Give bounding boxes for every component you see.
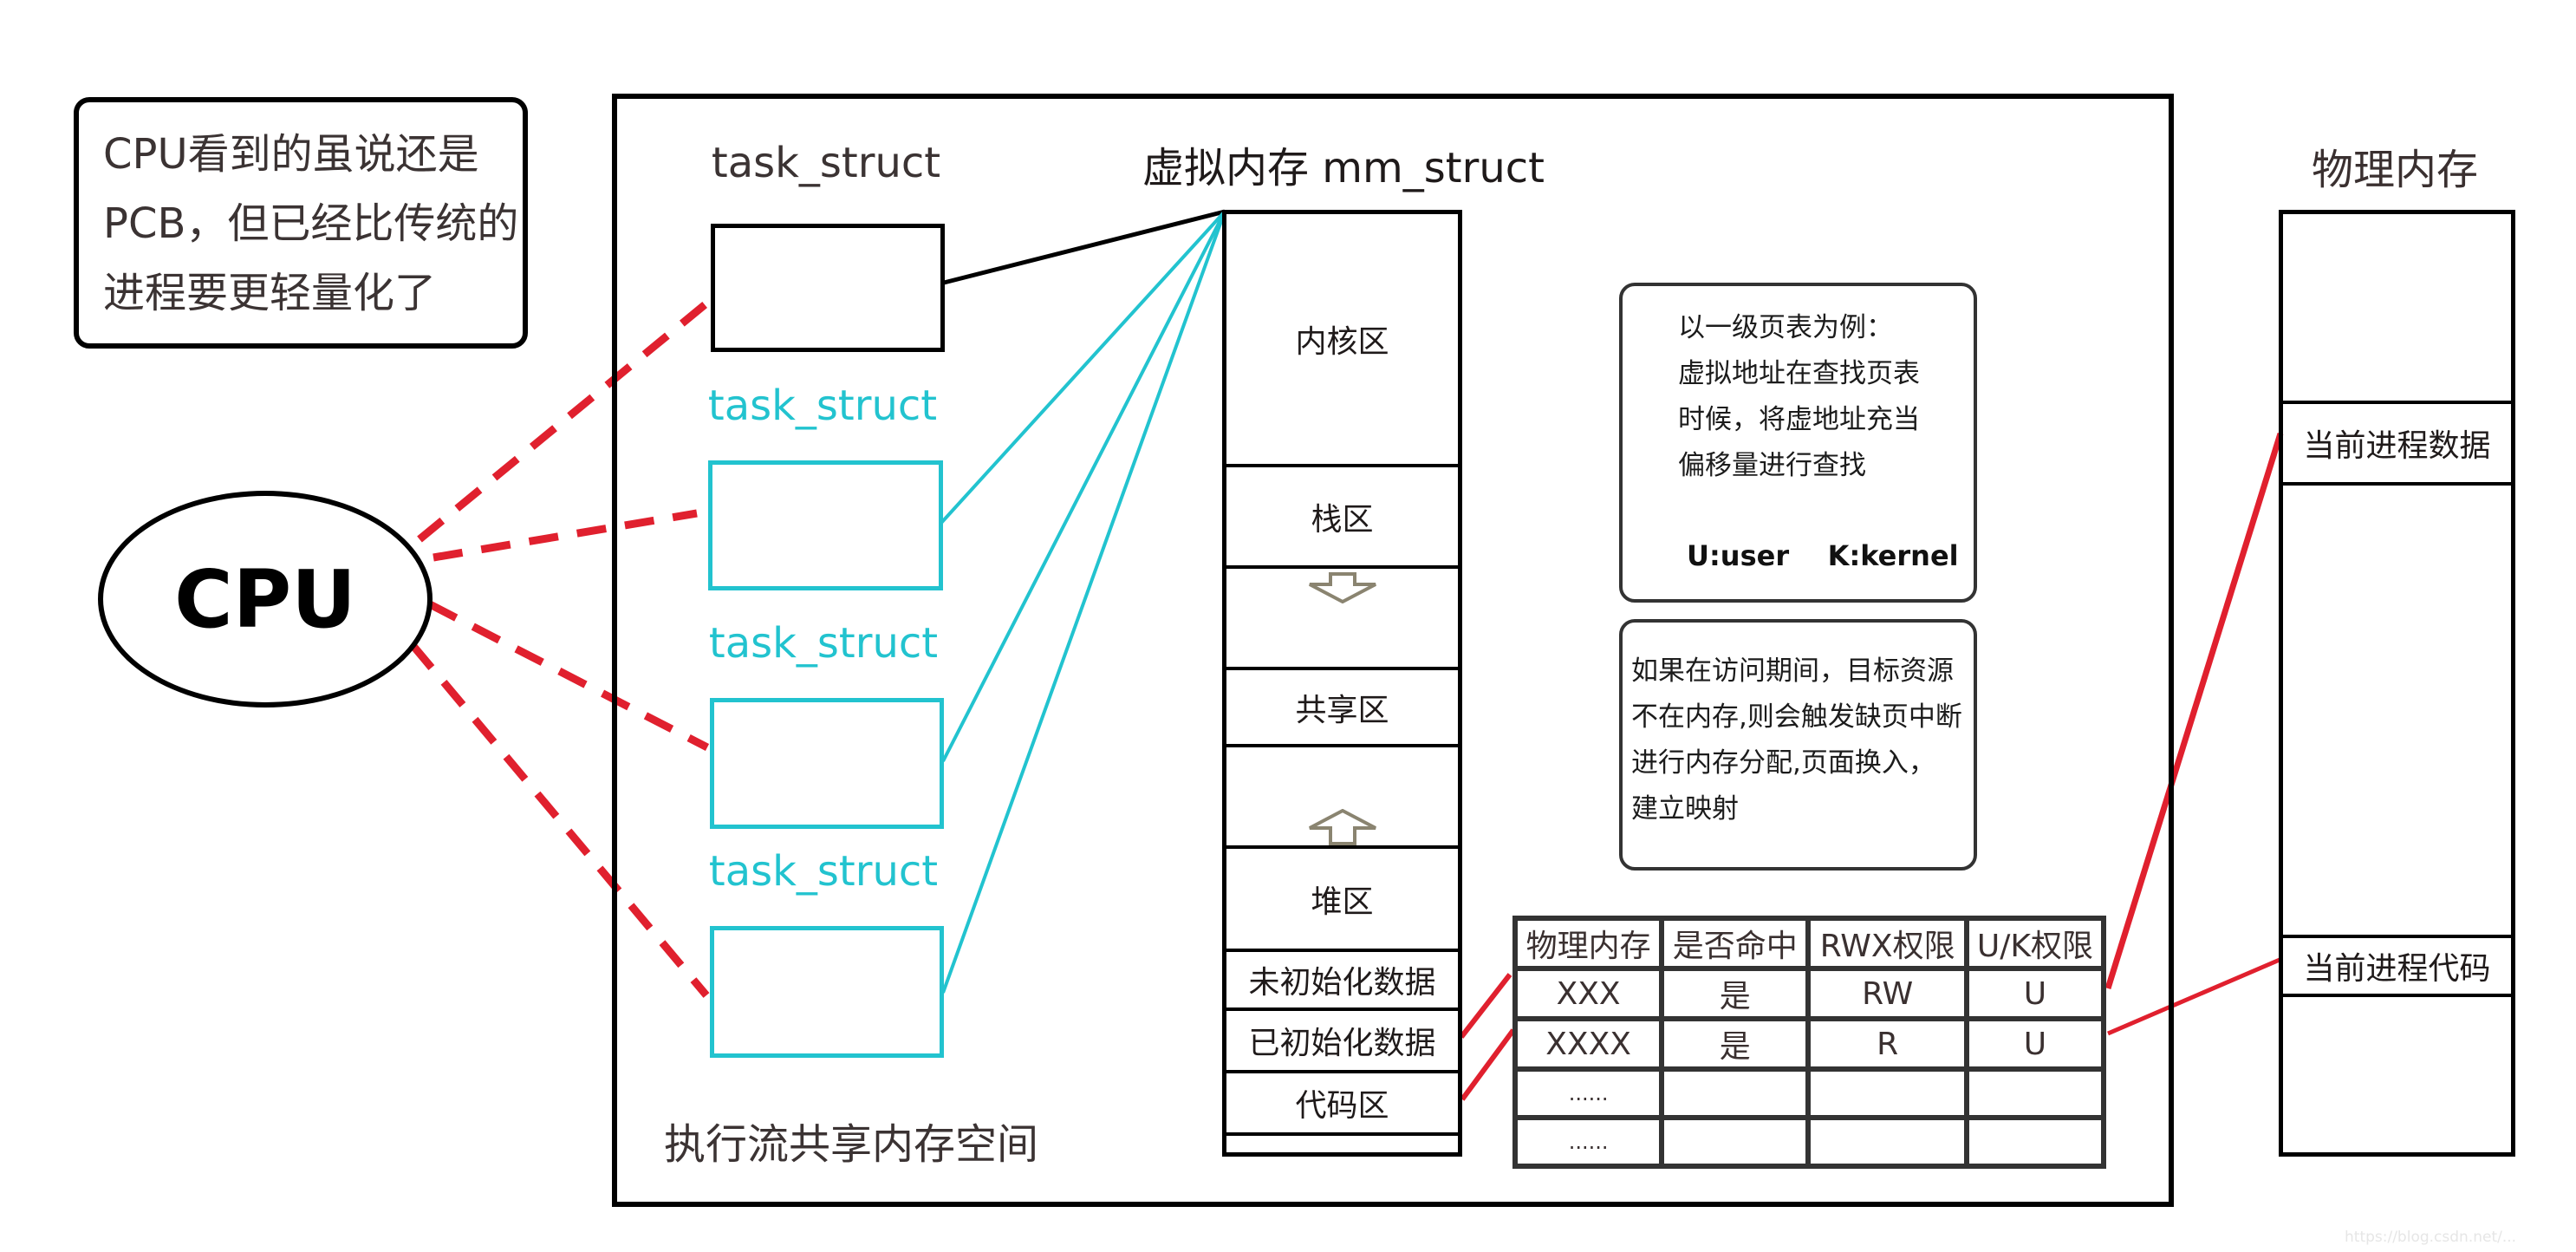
note-line-3: 进程要更轻量化了 <box>103 269 437 317</box>
physical-memory-title: 物理内存 <box>2311 146 2479 194</box>
region-shared: 共享区 <box>1226 667 1458 744</box>
task-struct-box-thread-2 <box>708 460 943 590</box>
header-uk: U/K权限 <box>1963 916 2107 971</box>
header-rwx: RWX权限 <box>1805 916 1969 971</box>
cell-hit: 是 <box>1659 1016 1812 1072</box>
cell-uk: U <box>1963 966 2107 1021</box>
phys-region-process-code: 当前进程代码 <box>2283 935 2511 994</box>
task-struct-label-4: task_struct <box>708 847 939 896</box>
arrow-down-icon <box>1308 572 1376 603</box>
table-row: ...... <box>1512 1066 2107 1120</box>
task-struct-box-main <box>711 224 945 352</box>
phys-region-top <box>2283 214 2511 401</box>
cell-rwx <box>1805 1115 1969 1169</box>
page-fault-note-line-4: 建立映射 <box>1631 793 1739 825</box>
region-data: 已初始化数据 <box>1226 1007 1458 1070</box>
task-struct-label-2: task_struct <box>707 381 938 430</box>
cell-physical: XXXX <box>1512 1016 1665 1072</box>
cpu-node: CPU <box>98 491 433 708</box>
table-row: ...... <box>1512 1115 2107 1169</box>
header-physical-memory: 物理内存 <box>1512 916 1665 971</box>
virtual-memory-column: 内核区 栈区 共享区 堆区 未初始化数据 已初始化数据 代码区 <box>1222 210 1462 1157</box>
region-shared-label: 共享区 <box>1295 692 1389 728</box>
cell-rwx: RW <box>1805 966 1969 1021</box>
table-row: XXXX 是 R U <box>1512 1016 2107 1072</box>
phys-region-process-code-label: 当前进程代码 <box>2303 951 2491 987</box>
cell-rwx: R <box>1805 1016 1969 1072</box>
region-stack-growth <box>1226 565 1458 667</box>
page-fault-note-line-2: 不在内存,则会触发缺页中断 <box>1631 701 1962 733</box>
note-line-2: PCB，但已经比传统的 <box>103 199 519 248</box>
page-table: 物理内存 是否命中 RWX权限 U/K权限 XXX 是 RW U XXXX 是 … <box>1512 916 2107 1169</box>
region-bottom <box>1226 1132 1458 1157</box>
page-table-note-line-4: 偏移量进行查找 <box>1678 450 1866 481</box>
task-struct-box-thread-4 <box>710 926 944 1058</box>
cell-uk <box>1963 1115 2107 1169</box>
cell-rwx <box>1805 1066 1969 1120</box>
cell-physical: ...... <box>1512 1066 1665 1120</box>
page-table-note-line-3: 时候，将虚地址充当 <box>1678 404 1920 435</box>
region-data-label: 已初始化数据 <box>1248 1026 1436 1061</box>
region-code: 代码区 <box>1226 1070 1458 1132</box>
cell-hit <box>1659 1115 1812 1169</box>
watermark: https://blog.csdn.net/... <box>2345 1229 2517 1246</box>
cell-physical: XXX <box>1512 966 1665 1021</box>
phys-region-process-data: 当前进程数据 <box>2283 401 2511 482</box>
page-fault-note-line-1: 如果在访问期间，目标资源 <box>1631 655 1954 687</box>
region-kernel-label: 内核区 <box>1295 324 1389 360</box>
mm-struct-title: 虚拟内存 mm_struct <box>1142 144 1545 192</box>
physical-memory-column: 当前进程数据 当前进程代码 <box>2279 210 2515 1157</box>
cell-hit: 是 <box>1659 966 1812 1021</box>
phys-region-middle <box>2283 482 2511 935</box>
shared-space-caption: 执行流共享内存空间 <box>664 1120 1039 1169</box>
region-bss: 未初始化数据 <box>1226 949 1458 1007</box>
cell-uk <box>1963 1066 2107 1120</box>
page-table-note-line-2: 虚拟地址在查找页表 <box>1678 358 1920 389</box>
region-heap: 堆区 <box>1226 845 1458 949</box>
note-line-1: CPU看到的虽说还是 <box>103 130 479 179</box>
region-code-label: 代码区 <box>1295 1088 1389 1124</box>
task-struct-label-3: task_struct <box>708 619 939 668</box>
region-bss-label: 未初始化数据 <box>1248 965 1436 1001</box>
phys-region-process-data-label: 当前进程数据 <box>2303 428 2491 464</box>
phys-region-bottom <box>2283 994 2511 1156</box>
page-table-note-line-1: 以一级页表为例： <box>1678 312 1893 343</box>
region-stack-label: 栈区 <box>1311 501 1374 538</box>
cell-physical: ...... <box>1512 1115 1665 1169</box>
uk-legend: U:user K:kernel <box>1687 539 1959 572</box>
task-struct-box-thread-3 <box>710 698 944 829</box>
region-heap-growth <box>1226 744 1458 845</box>
arrow-up-icon <box>1308 809 1376 845</box>
header-hit: 是否命中 <box>1659 916 1812 971</box>
page-fault-note-line-3: 进行内存分配,页面换入， <box>1631 747 1935 779</box>
region-heap-label: 堆区 <box>1311 884 1374 920</box>
page-table-note: 以一级页表为例： 虚拟地址在查找页表 时候，将虚地址充当 偏移量进行查找 U:u… <box>1619 283 1977 603</box>
cell-uk: U <box>1963 1016 2107 1072</box>
note-box: CPU看到的虽说还是 PCB，但已经比传统的 进程要更轻量化了 <box>74 97 528 349</box>
page-table-header: 物理内存 是否命中 RWX权限 U/K权限 <box>1512 916 2107 971</box>
task-struct-label-1: task_struct <box>711 139 941 187</box>
region-kernel: 内核区 <box>1226 214 1458 464</box>
page-fault-note: 如果在访问期间，目标资源 不在内存,则会触发缺页中断 进行内存分配,页面换入， … <box>1619 619 1977 871</box>
region-stack: 栈区 <box>1226 464 1458 565</box>
cpu-label: CPU <box>174 552 356 646</box>
cell-hit <box>1659 1066 1812 1120</box>
table-row: XXX 是 RW U <box>1512 966 2107 1021</box>
